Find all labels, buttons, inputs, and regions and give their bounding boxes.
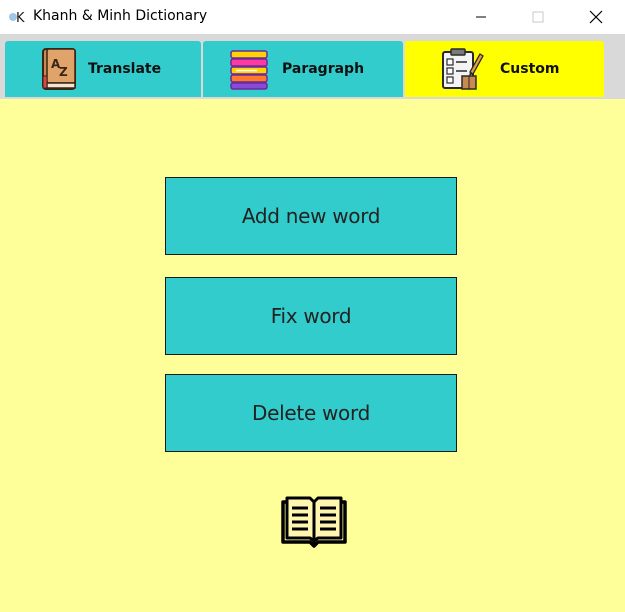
tab-paragraph[interactable]: Paragraph	[203, 41, 403, 97]
close-button[interactable]	[567, 0, 625, 34]
close-icon	[589, 10, 603, 24]
svg-text:Z: Z	[59, 65, 68, 79]
tab-custom-label: Custom	[500, 61, 560, 77]
tab-custom[interactable]: Custom	[405, 41, 604, 97]
app-icon: K	[9, 11, 25, 26]
maximize-icon	[532, 11, 544, 23]
open-book-icon	[281, 496, 347, 548]
dictionary-book-icon: A Z	[42, 48, 76, 90]
fix-word-button[interactable]: Fix word	[165, 277, 457, 355]
window-title: Khanh & Minh Dictionary	[33, 8, 208, 24]
checklist-pencil-icon	[442, 48, 484, 90]
title-bar: K Khanh & Minh Dictionary	[0, 0, 625, 34]
tab-translate[interactable]: A Z Translate	[5, 41, 201, 97]
tab-translate-label: Translate	[88, 61, 162, 77]
minimize-button[interactable]	[452, 0, 510, 34]
delete-word-button[interactable]: Delete word	[165, 374, 457, 452]
svg-text:K: K	[16, 11, 25, 26]
minimize-icon	[476, 16, 486, 18]
tab-strip: A Z Translate Paragraph Custom	[0, 34, 625, 99]
paragraph-stack-icon	[230, 50, 268, 90]
tab-paragraph-label: Paragraph	[282, 61, 365, 77]
custom-panel: Add new word Fix word Delete word	[0, 99, 625, 612]
maximize-button[interactable]	[509, 0, 567, 34]
add-new-word-button[interactable]: Add new word	[165, 177, 457, 255]
